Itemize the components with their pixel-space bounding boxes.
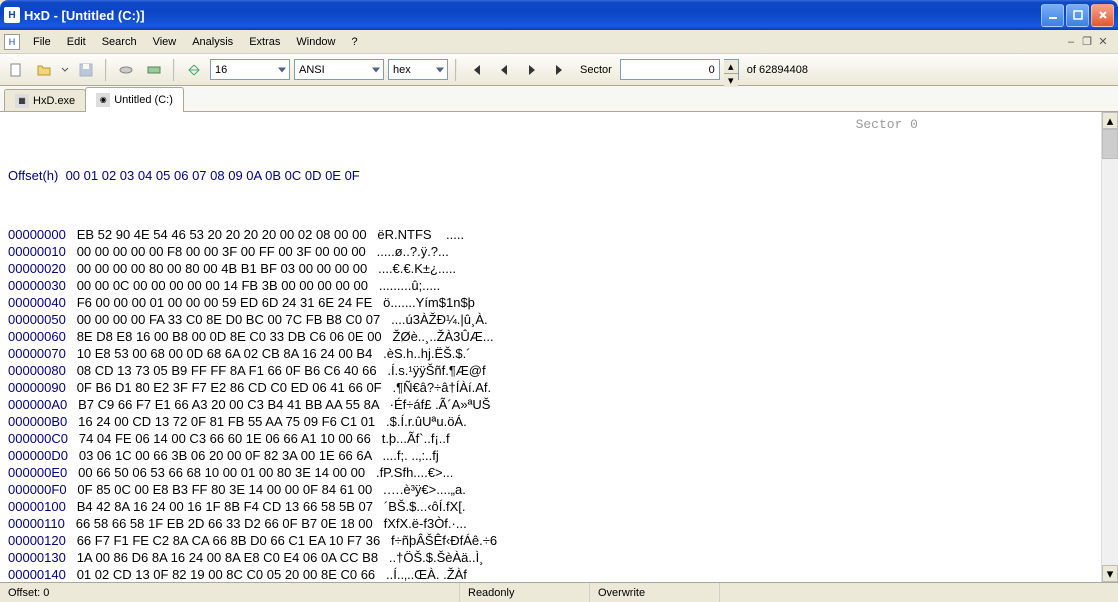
tab-untitled-c[interactable]: ◉ Untitled (C:) xyxy=(85,87,184,111)
hex-row[interactable]: 00000090 0F B6 D1 80 E2 3F F7 E2 86 CD C… xyxy=(8,379,1093,396)
title-bar: H HxD - [Untitled (C:)] xyxy=(0,0,1118,30)
offset-base-combo[interactable]: hex xyxy=(388,59,448,80)
status-bar: Offset: 0 Readonly Overwrite xyxy=(0,582,1118,602)
status-overwrite: Overwrite xyxy=(590,583,720,602)
menu-search[interactable]: Search xyxy=(95,34,144,50)
sector-annotation: Sector 0 xyxy=(856,116,918,133)
open-dropdown-button[interactable] xyxy=(60,58,70,82)
hex-row[interactable]: 00000020 00 00 00 00 80 00 80 00 4B B1 B… xyxy=(8,260,1093,277)
next-button[interactable] xyxy=(520,58,544,82)
menu-edit[interactable]: Edit xyxy=(60,34,93,50)
hex-editor-view: Sector 0 Offset(h) 00 01 02 03 04 05 06 … xyxy=(0,112,1118,582)
menu-view[interactable]: View xyxy=(146,34,184,50)
menu-bar: H File Edit Search View Analysis Extras … xyxy=(0,30,1118,54)
hex-row[interactable]: 00000000 EB 52 90 4E 54 46 53 20 20 20 2… xyxy=(8,226,1093,243)
menu-file[interactable]: File xyxy=(26,34,58,50)
hex-row[interactable]: 00000040 F6 00 00 00 01 00 00 00 59 ED 6… xyxy=(8,294,1093,311)
hex-row[interactable]: 00000130 1A 00 86 D6 8A 16 24 00 8A E8 C… xyxy=(8,549,1093,566)
hex-row[interactable]: 000000A0 B7 C9 66 F7 E1 66 A3 20 00 C3 B… xyxy=(8,396,1093,413)
scroll-up-button[interactable]: ▴ xyxy=(1102,112,1118,129)
tabs-bar: ▦ HxD.exe ◉ Untitled (C:) xyxy=(0,86,1118,112)
sector-input[interactable] xyxy=(620,59,720,80)
new-file-button[interactable] xyxy=(4,58,28,82)
app-icon: H xyxy=(4,7,20,23)
hex-row[interactable]: 000000B0 16 24 00 CD 13 72 0F 81 FB 55 A… xyxy=(8,413,1093,430)
status-readonly: Readonly xyxy=(460,583,590,602)
hex-row[interactable]: 00000070 10 E8 53 00 68 00 0D 68 6A 02 C… xyxy=(8,345,1093,362)
menu-window[interactable]: Window xyxy=(289,34,342,50)
first-button[interactable] xyxy=(464,58,488,82)
hex-row[interactable]: 00000140 01 02 CD 13 0F 82 19 00 8C C0 0… xyxy=(8,566,1093,582)
hex-row[interactable]: 00000010 00 00 00 00 00 F8 00 00 3F 00 F… xyxy=(8,243,1093,260)
sector-label: Sector xyxy=(576,64,616,76)
file-icon: ▦ xyxy=(15,94,29,108)
close-button[interactable] xyxy=(1091,4,1114,27)
sector-total-label: of 62894408 xyxy=(743,64,812,76)
encoding-combo[interactable]: ANSI xyxy=(294,59,384,80)
scroll-down-button[interactable]: ▾ xyxy=(1102,565,1118,582)
tab-label: Untitled (C:) xyxy=(114,94,173,106)
document-icon: H xyxy=(4,34,20,50)
open-file-button[interactable] xyxy=(32,58,56,82)
toolbar: 16 ANSI hex Sector ▴▾ of 62894408 xyxy=(0,54,1118,86)
save-button[interactable] xyxy=(74,58,98,82)
hex-row[interactable]: 00000050 00 00 00 00 FA 33 C0 8E D0 BC 0… xyxy=(8,311,1093,328)
hex-row[interactable]: 000000D0 03 06 1C 00 66 3B 06 20 00 0F 8… xyxy=(8,447,1093,464)
open-disk-button[interactable] xyxy=(114,58,138,82)
hex-header-row: Offset(h) 00 01 02 03 04 05 06 07 08 09 … xyxy=(8,167,1093,184)
toggle-button[interactable] xyxy=(182,58,206,82)
maximize-button[interactable] xyxy=(1066,4,1089,27)
sector-spinner[interactable]: ▴▾ xyxy=(724,59,739,80)
scroll-thumb[interactable] xyxy=(1102,129,1118,159)
hex-row[interactable]: 00000120 66 F7 F1 FE C2 8A CA 66 8B D0 6… xyxy=(8,532,1093,549)
mdi-close-icon[interactable]: ✕ xyxy=(1096,35,1110,49)
hex-row[interactable]: 000000C0 74 04 FE 06 14 00 C3 66 60 1E 0… xyxy=(8,430,1093,447)
tab-hxd-exe[interactable]: ▦ HxD.exe xyxy=(4,89,86,111)
last-button[interactable] xyxy=(548,58,572,82)
mdi-minimize-icon[interactable]: – xyxy=(1064,35,1078,49)
open-ram-button[interactable] xyxy=(142,58,166,82)
vertical-scrollbar[interactable]: ▴ ▾ xyxy=(1101,112,1118,582)
hex-row[interactable]: 00000100 B4 42 8A 16 24 00 16 1F 8B F4 C… xyxy=(8,498,1093,515)
hex-row[interactable]: 000000F0 0F 85 0C 00 E8 B3 FF 80 3E 14 0… xyxy=(8,481,1093,498)
menu-analysis[interactable]: Analysis xyxy=(185,34,240,50)
tab-label: HxD.exe xyxy=(33,95,75,107)
hex-row[interactable]: 000000E0 00 66 50 06 53 66 68 10 00 01 0… xyxy=(8,464,1093,481)
menu-extras[interactable]: Extras xyxy=(242,34,287,50)
prev-button[interactable] xyxy=(492,58,516,82)
hex-row[interactable]: 00000110 66 58 66 58 1F EB 2D 66 33 D2 6… xyxy=(8,515,1093,532)
window-title: HxD - [Untitled (C:)] xyxy=(24,8,1041,23)
hex-row[interactable]: 00000060 8E D8 E8 16 00 B8 00 0D 8E C0 3… xyxy=(8,328,1093,345)
mdi-restore-icon[interactable]: ❐ xyxy=(1080,35,1094,49)
hex-row[interactable]: 00000030 00 00 0C 00 00 00 00 00 14 FB 3… xyxy=(8,277,1093,294)
menu-help[interactable]: ? xyxy=(345,34,365,50)
minimize-button[interactable] xyxy=(1041,4,1064,27)
bytes-per-row-combo[interactable]: 16 xyxy=(210,59,290,80)
status-offset: Offset: 0 xyxy=(0,583,460,602)
hex-row[interactable]: 00000080 08 CD 13 73 05 B9 FF FF 8A F1 6… xyxy=(8,362,1093,379)
disk-icon: ◉ xyxy=(96,93,110,107)
